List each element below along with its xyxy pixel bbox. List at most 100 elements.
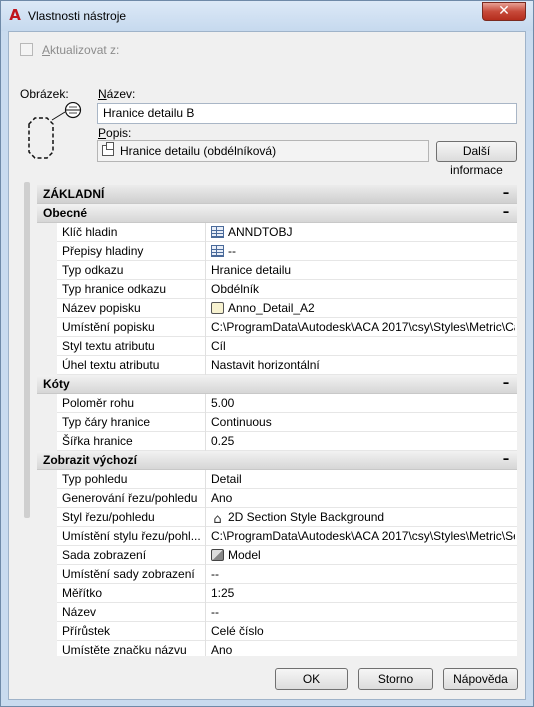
- help-button[interactable]: Nápověda: [443, 668, 518, 690]
- property-value-text: Celé číslo: [211, 624, 264, 638]
- property-name: Typ pohledu: [62, 470, 206, 489]
- property-row[interactable]: Šířka hranice 0.25: [37, 432, 517, 451]
- property-row[interactable]: Typ hranice odkazu Obdélník: [37, 280, 517, 299]
- row-gutter: [37, 546, 57, 565]
- row-gutter: [37, 622, 57, 641]
- collapse-icon[interactable]: –: [501, 375, 511, 393]
- property-value[interactable]: C:\ProgramData\Autodesk\ACA 2017\csy\Sty…: [211, 527, 515, 546]
- row-gutter: [37, 337, 57, 356]
- property-name: Umístění popisku: [62, 318, 206, 337]
- property-name: Přepisy hladiny: [62, 242, 206, 261]
- cancel-button[interactable]: Storno: [358, 668, 433, 690]
- property-value[interactable]: Model: [211, 546, 515, 565]
- property-row[interactable]: Umístění stylu řezu/pohl... C:\ProgramDat…: [37, 527, 517, 546]
- row-gutter: [37, 432, 57, 451]
- property-row[interactable]: Přepisy hladiny --: [37, 242, 517, 261]
- category-header-basic[interactable]: ZÁKLADNÍ –: [37, 185, 517, 204]
- property-row[interactable]: Měřítko 1:25: [37, 584, 517, 603]
- property-value[interactable]: --: [211, 565, 515, 584]
- property-name: Styl řezu/pohledu: [62, 508, 206, 527]
- property-row[interactable]: Umístěte značku názvu Ano: [37, 641, 517, 656]
- property-value[interactable]: C:\ProgramData\Autodesk\ACA 2017\csy\Sty…: [211, 318, 515, 337]
- property-value[interactable]: Nastavit horizontální: [211, 356, 515, 375]
- property-value[interactable]: Celé číslo: [211, 622, 515, 641]
- update-from-checkbox[interactable]: [20, 43, 33, 56]
- close-button[interactable]: ✕: [482, 2, 526, 21]
- property-value[interactable]: Obdélník: [211, 280, 515, 299]
- property-value[interactable]: Anno_Detail_A2: [211, 299, 515, 318]
- section-style-icon: ⌂: [213, 512, 222, 527]
- property-value[interactable]: ANNDTOBJ: [211, 223, 515, 242]
- property-row[interactable]: Název --: [37, 603, 517, 622]
- more-info-button[interactable]: Další informace: [436, 141, 517, 177]
- property-value-text: Obdélník: [211, 282, 260, 296]
- property-value-text: 5.00: [211, 396, 235, 410]
- row-gutter: [37, 565, 57, 584]
- property-row[interactable]: Styl textu atributu Cíl: [37, 337, 517, 356]
- window-title: Vlastnosti nástroje: [28, 9, 127, 23]
- property-value[interactable]: 5.00: [211, 394, 515, 413]
- property-value-text: ANNDTOBJ: [228, 225, 293, 239]
- collapse-icon[interactable]: –: [501, 451, 511, 469]
- row-gutter: [37, 242, 57, 261]
- row-gutter: [37, 603, 57, 622]
- property-row[interactable]: Umístění sady zobrazení --: [37, 565, 517, 584]
- title-bar: A Vlastnosti nástroje ✕: [1, 1, 533, 31]
- property-row[interactable]: Umístění popisku C:\ProgramData\Autodesk\…: [37, 318, 517, 337]
- property-row[interactable]: Styl řezu/pohledu ⌂ 2D Section Style Backg…: [37, 508, 517, 527]
- property-value-text: 2D Section Style Background: [228, 510, 385, 524]
- description-label: Popis:: [98, 126, 132, 140]
- group-header[interactable]: Zobrazit výchozí –: [37, 451, 517, 470]
- ok-button[interactable]: OK: [275, 668, 348, 690]
- property-name: Generování řezu/pohledu: [62, 489, 206, 508]
- collapse-icon[interactable]: –: [501, 185, 511, 203]
- name-label: Název:: [98, 87, 136, 101]
- property-name: Šířka hranice: [62, 432, 206, 451]
- property-value-text: Model: [228, 548, 261, 562]
- property-value[interactable]: Cíl: [211, 337, 515, 356]
- property-row[interactable]: Úhel textu atributu Nastavit horizontální: [37, 356, 517, 375]
- property-value[interactable]: 1:25: [211, 584, 515, 603]
- tool-properties-dialog: A Vlastnosti nástroje ✕ Aktualizovat z: …: [0, 0, 534, 707]
- property-value[interactable]: 0.25: [211, 432, 515, 451]
- row-gutter: [37, 280, 57, 299]
- property-row[interactable]: Typ čáry hranice Continuous: [37, 413, 517, 432]
- property-value[interactable]: Ano: [211, 489, 515, 508]
- description-edit-icon: [102, 142, 114, 156]
- property-value[interactable]: Continuous: [211, 413, 515, 432]
- property-name: Poloměr rohu: [62, 394, 206, 413]
- row-gutter: [37, 223, 57, 242]
- tool-thumbnail-image[interactable]: [19, 102, 89, 168]
- row-gutter: [37, 356, 57, 375]
- description-field[interactable]: Hranice detailu (obdélníková): [97, 140, 429, 162]
- property-value-text: Continuous: [211, 415, 272, 429]
- property-value[interactable]: Ano: [211, 641, 515, 656]
- properties-scrollbar[interactable]: [24, 182, 30, 518]
- row-gutter: [37, 584, 57, 603]
- property-name: Klíč hladin: [62, 223, 206, 242]
- property-row[interactable]: Přírůstek Celé číslo: [37, 622, 517, 641]
- image-label: Obrázek:: [20, 87, 69, 101]
- property-value-text: Ano: [211, 491, 233, 505]
- property-value[interactable]: Hranice detailu: [211, 261, 515, 280]
- name-field[interactable]: Hranice detailu B: [97, 103, 517, 124]
- row-gutter: [37, 508, 57, 527]
- group-header[interactable]: Obecné –: [37, 204, 517, 223]
- property-value[interactable]: Detail: [211, 470, 515, 489]
- property-value[interactable]: --: [211, 242, 515, 261]
- collapse-icon[interactable]: –: [501, 204, 511, 222]
- property-row[interactable]: Sada zobrazení Model: [37, 546, 517, 565]
- property-row[interactable]: Typ pohledu Detail: [37, 470, 517, 489]
- row-gutter: [37, 489, 57, 508]
- property-value[interactable]: --: [211, 603, 515, 622]
- property-value-text: Nastavit horizontální: [211, 358, 320, 372]
- property-row[interactable]: Poloměr rohu 5.00: [37, 394, 517, 413]
- group-header[interactable]: Kóty –: [37, 375, 517, 394]
- property-row[interactable]: Generování řezu/pohledu Ano: [37, 489, 517, 508]
- property-row[interactable]: Typ odkazu Hranice detailu: [37, 261, 517, 280]
- property-name: Název popisku: [62, 299, 206, 318]
- property-name: Úhel textu atributu: [62, 356, 206, 375]
- property-row[interactable]: Název popisku Anno_Detail_A2: [37, 299, 517, 318]
- property-value[interactable]: ⌂ 2D Section Style Background: [211, 508, 515, 527]
- property-row[interactable]: Klíč hladin ANNDTOBJ: [37, 223, 517, 242]
